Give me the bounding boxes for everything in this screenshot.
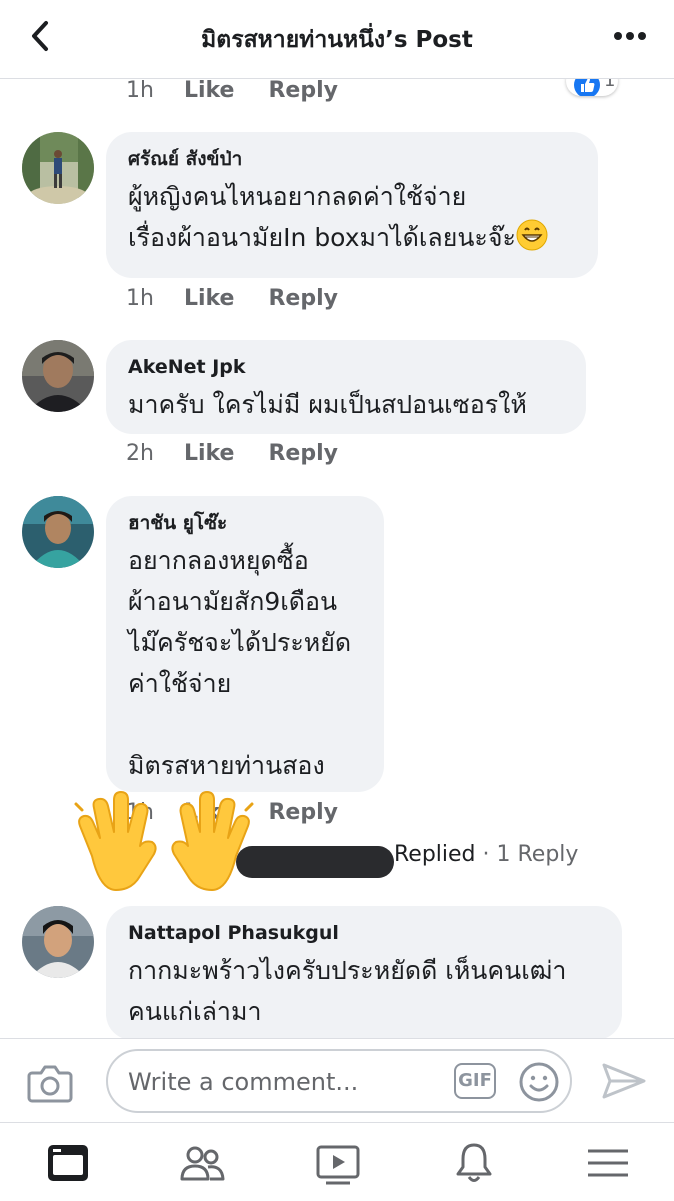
comment-bubble[interactable]: ศรัณย์ สังข์ป่า ผู้หญิงคนไหนอยากลดค่าใช้… <box>106 132 598 278</box>
comment-author[interactable]: ศรัณย์ สังข์ป่า <box>128 146 576 172</box>
page-title: มิตรสหายท่านหนึ่ง’s Post <box>201 27 473 53</box>
tab-friends[interactable] <box>178 1139 226 1187</box>
gif-button[interactable]: GIF <box>454 1063 496 1099</box>
comment-text: มาครับ ใครไม่มี ผมเป็นสปอนเซอรให้ <box>128 390 527 419</box>
tab-news-feed[interactable] <box>44 1139 92 1187</box>
comment-author[interactable]: AkeNet Jpk <box>128 354 564 380</box>
comment-actions: 1h Like Reply <box>126 75 372 105</box>
menu-icon <box>588 1149 628 1177</box>
reply-button[interactable]: Reply <box>268 78 338 103</box>
grinning-face-emoji-icon <box>516 219 548 251</box>
camera-button[interactable] <box>26 1061 74 1105</box>
bottom-tab-bar <box>0 1122 674 1201</box>
comment-text: ผู้หญิงคนไหนอยากลดค่าใช้จ่าย เรื่องผ้าอน… <box>128 176 576 258</box>
like-button[interactable]: Like <box>184 441 235 466</box>
send-button[interactable] <box>600 1059 648 1103</box>
comment-input-box[interactable]: GIF <box>106 1049 572 1113</box>
smiley-icon <box>519 1062 559 1102</box>
avatar[interactable] <box>22 906 94 978</box>
reply-button[interactable]: Reply <box>268 286 338 311</box>
reply-button[interactable]: Reply <box>268 441 338 466</box>
comment-time: 2h <box>126 440 154 466</box>
comment-bubble[interactable]: Nattapol Phasukgul กากมะพร้าวไงครับประหย… <box>106 906 622 1040</box>
like-button[interactable]: Like <box>184 286 235 311</box>
emoji-button[interactable] <box>518 1061 560 1103</box>
comment-text: อยากลองหยุดซื้อ ผ้าอนามัยสัก9เดือน ไม๊คร… <box>128 546 352 780</box>
avatar[interactable] <box>22 132 94 204</box>
back-button[interactable] <box>22 16 62 56</box>
comment-time: 1h <box>126 77 154 103</box>
comment-composer: GIF <box>0 1038 674 1123</box>
more-dots-icon <box>614 32 646 40</box>
avatar[interactable] <box>22 496 94 568</box>
comment-bubble[interactable]: AkeNet Jpk มาครับ ใครไม่มี ผมเป็นสปอนเซอ… <box>106 340 586 434</box>
watch-icon <box>316 1145 360 1185</box>
news-feed-icon <box>48 1145 88 1181</box>
notifications-icon <box>456 1143 492 1182</box>
avatar[interactable] <box>22 340 94 412</box>
tab-notifications[interactable] <box>450 1139 498 1187</box>
more-options-button[interactable] <box>610 26 650 46</box>
view-replies-link[interactable]: Replied · 1 Reply <box>394 842 578 867</box>
redacted-name-bar <box>236 846 394 878</box>
like-button[interactable]: Like <box>184 78 235 103</box>
raising-hands-emoji-icon <box>72 786 256 898</box>
comment-time: 1h <box>126 285 154 311</box>
comment-actions: 1h Like Reply <box>126 283 372 313</box>
comment-input[interactable] <box>126 1063 430 1101</box>
reply-button[interactable]: Reply <box>268 800 338 825</box>
comment-author[interactable]: Nattapol Phasukgul <box>128 920 600 946</box>
replied-label: Replied <box>394 842 476 867</box>
friends-icon <box>180 1146 225 1181</box>
post-header: มิตรสหายท่านหนึ่ง’s Post <box>0 0 674 79</box>
tab-menu[interactable] <box>584 1139 632 1187</box>
tab-watch[interactable] <box>314 1139 362 1187</box>
comment-text-body: ผู้หญิงคนไหนอยากลดค่าใช้จ่าย เรื่องผ้าอน… <box>128 182 516 252</box>
comment-text: กากมะพร้าวไงครับประหยัดดี เห็นคนเฒ่า คนแ… <box>128 956 567 1026</box>
camera-icon <box>27 1065 73 1103</box>
reply-count: · 1 Reply <box>482 842 579 867</box>
chevron-left-icon <box>32 21 48 51</box>
comment-actions: 2h Like Reply <box>126 438 372 468</box>
comment-author[interactable]: ฮาชัน ยูโซ๊ะ <box>128 510 362 536</box>
send-icon <box>602 1063 646 1099</box>
comment-bubble[interactable]: ฮาชัน ยูโซ๊ะ อยากลองหยุดซื้อ ผ้าอนามัยสั… <box>106 496 384 792</box>
